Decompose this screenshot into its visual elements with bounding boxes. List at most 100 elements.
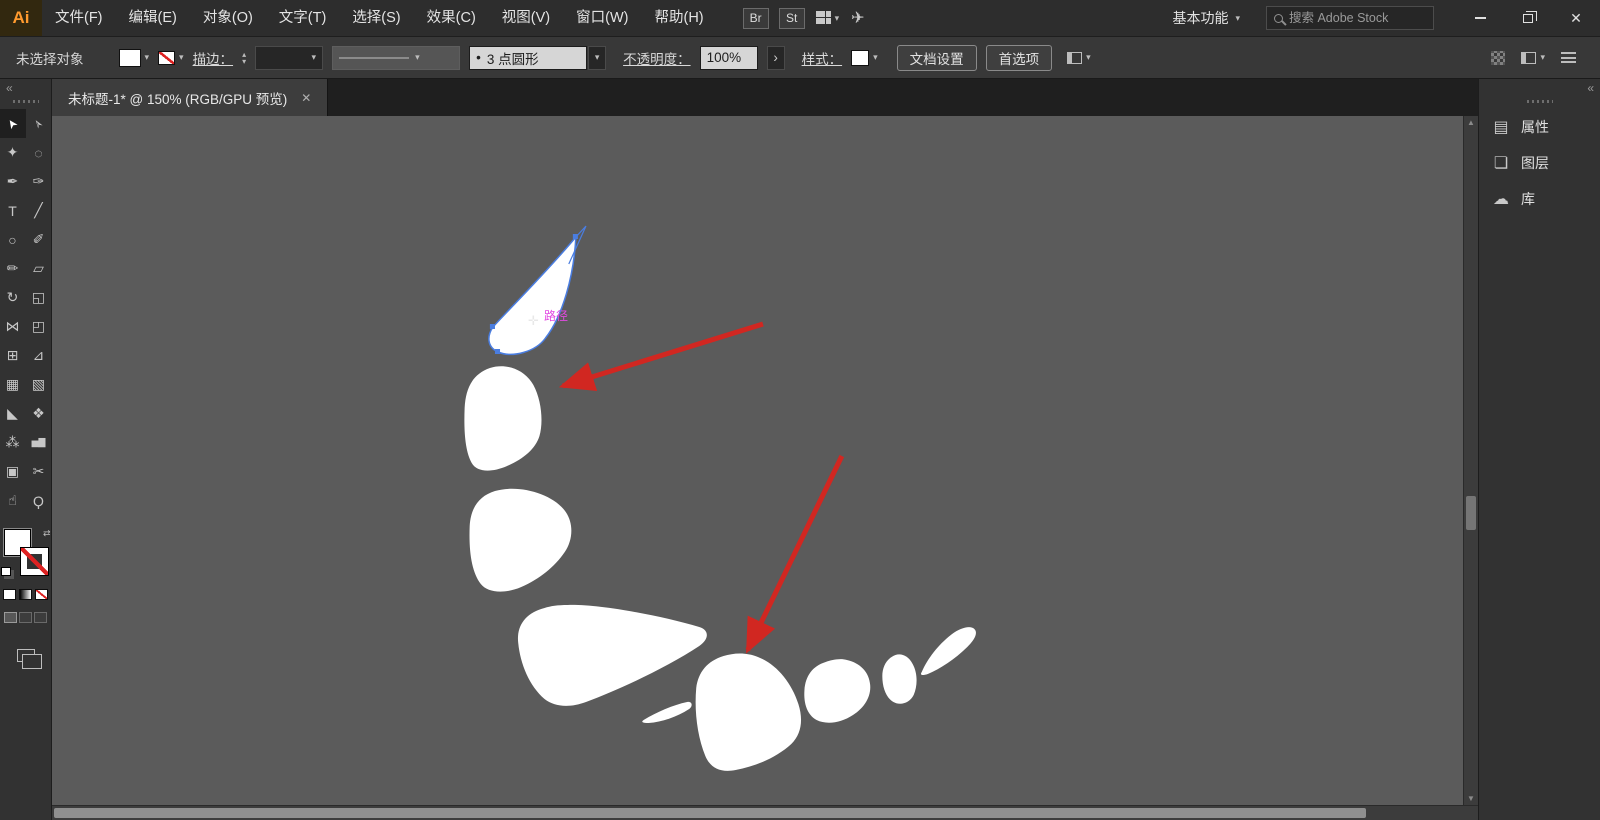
shape-sliver-1[interactable] <box>642 702 691 723</box>
anchor-point[interactable] <box>495 349 500 354</box>
mesh-tool[interactable]: ▦ <box>0 370 26 399</box>
menu-view[interactable]: 视图(V) <box>489 0 563 36</box>
panel-tab-libraries[interactable]: ☁ 库 <box>1479 181 1600 217</box>
shape-segment-1-selected[interactable] <box>489 237 576 354</box>
anchor-point[interactable] <box>490 324 495 329</box>
close-button[interactable]: ✕ <box>1552 0 1600 36</box>
shape-builder-tool[interactable]: ⊞ <box>0 341 26 370</box>
scroll-up-icon[interactable]: ▲ <box>1464 118 1478 127</box>
chevron-down-icon[interactable]: ▾ <box>873 52 878 63</box>
panel-tab-layers[interactable]: ❏ 图层 <box>1479 145 1600 181</box>
opacity-field[interactable]: 100% <box>700 46 758 70</box>
shape-segment-6[interactable] <box>804 659 870 723</box>
chevron-down-icon[interactable]: ▾ <box>179 52 184 63</box>
selection-tool[interactable]: ➤ <box>0 109 26 138</box>
none-button[interactable] <box>35 589 48 600</box>
pen-tool[interactable]: ✒ <box>0 167 26 196</box>
paintbrush-tool[interactable]: ✐ <box>26 225 52 254</box>
shape-segment-3[interactable] <box>470 489 572 592</box>
document-tab[interactable]: 未标题-1* @ 150% (RGB/GPU 预览) ✕ <box>52 79 328 116</box>
fill-color-control[interactable]: ▾ <box>119 49 150 67</box>
type-tool[interactable]: T <box>0 196 26 225</box>
minimize-button[interactable] <box>1456 0 1504 36</box>
gradient-tool[interactable]: ▧ <box>26 370 52 399</box>
shape-sliver-2[interactable] <box>921 627 976 675</box>
dock-grip-handle[interactable] <box>1527 100 1553 103</box>
zoom-tool[interactable]: Ϙ <box>26 486 52 515</box>
stepper-down-icon[interactable]: ▾ <box>242 58 246 65</box>
share-button[interactable]: ✈ <box>851 8 864 28</box>
shape-segment-5[interactable] <box>696 654 801 771</box>
tab-close-icon[interactable]: ✕ <box>301 91 311 105</box>
artboard-tool[interactable]: ▣ <box>0 457 26 486</box>
stroke-color-control[interactable]: ▾ <box>158 51 184 65</box>
draw-normal-button[interactable] <box>4 612 17 623</box>
opacity-more-button[interactable]: › <box>767 46 785 70</box>
opacity-label[interactable]: 不透明度： <box>623 48 691 68</box>
curvature-tool[interactable]: ✑ <box>26 167 52 196</box>
panel-tab-properties[interactable]: ▤ 属性 <box>1479 109 1600 145</box>
fill-swatch[interactable] <box>119 49 141 67</box>
line-segment-tool[interactable]: ╱ <box>26 196 52 225</box>
draw-inside-button[interactable] <box>34 612 47 623</box>
apps-grid-icon[interactable] <box>1491 51 1505 65</box>
restore-button[interactable] <box>1504 0 1552 36</box>
dock-arrangement-control[interactable]: ▾ <box>1521 52 1545 64</box>
arrange-documents-button[interactable]: ▾ <box>816 11 840 25</box>
column-graph-tool[interactable]: ▅▇ <box>26 428 52 457</box>
direct-selection-tool[interactable]: ➢ <box>26 109 52 138</box>
menu-object[interactable]: 对象(O) <box>190 0 266 36</box>
color-button[interactable] <box>3 589 16 600</box>
anchor-point[interactable] <box>573 234 578 239</box>
horizontal-scrollbar[interactable] <box>52 805 1478 820</box>
collapse-tools-icon[interactable]: « <box>0 79 19 97</box>
vertical-scroll-thumb[interactable] <box>1466 496 1476 530</box>
swap-fill-stroke-icon[interactable]: ⇄ <box>43 528 51 539</box>
perspective-grid-tool[interactable]: ⊿ <box>26 341 52 370</box>
stroke-swatch-none[interactable] <box>158 51 175 65</box>
rotate-tool[interactable]: ↻ <box>0 283 26 312</box>
magic-wand-tool[interactable]: ✦ <box>0 138 26 167</box>
brush-definition-combo[interactable]: • 3 点圆形 <box>469 46 587 70</box>
shape-segment-2[interactable] <box>464 366 541 470</box>
gradient-button[interactable] <box>19 589 32 600</box>
horizontal-scroll-thumb[interactable] <box>54 808 1366 818</box>
stroke-weight-stepper[interactable]: ▴ ▾ <box>242 51 246 65</box>
shaper-tool[interactable]: ✏ <box>0 254 26 283</box>
blend-tool[interactable]: ❖ <box>26 399 52 428</box>
scale-tool[interactable]: ◱ <box>26 283 52 312</box>
stock-button[interactable]: St <box>779 8 805 29</box>
stroke-weight-combo[interactable]: ▾ <box>255 46 323 70</box>
lasso-tool[interactable]: ◌ <box>26 138 52 167</box>
menu-help[interactable]: 帮助(H) <box>641 0 716 36</box>
eyedropper-tool[interactable]: ◣ <box>0 399 26 428</box>
brush-combo-arrow[interactable]: ▾ <box>588 46 606 70</box>
shape-segment-4[interactable] <box>518 605 707 706</box>
stroke-weight-label[interactable]: 描边： <box>193 48 234 68</box>
menu-window[interactable]: 窗口(W) <box>563 0 641 36</box>
width-tool[interactable]: ⋈ <box>0 312 26 341</box>
search-input[interactable] <box>1289 11 1426 25</box>
change-screen-mode-button[interactable] <box>17 649 35 662</box>
stroke-color-box[interactable] <box>21 548 48 575</box>
document-setup-button[interactable]: 文档设置 <box>897 45 977 71</box>
bridge-button[interactable]: Br <box>743 8 769 29</box>
default-fill-stroke-icon[interactable] <box>1 567 11 576</box>
menu-file[interactable]: 文件(F) <box>42 0 116 36</box>
preferences-button[interactable]: 首选项 <box>986 45 1053 71</box>
symbol-sprayer-tool[interactable]: ⁂ <box>0 428 26 457</box>
workspace-switcher[interactable]: 基本功能 ▾ <box>1172 8 1240 28</box>
menu-effect[interactable]: 效果(C) <box>414 0 489 36</box>
canvas[interactable]: 路径 ✛ ▲ ▼ <box>52 116 1478 805</box>
chevron-down-icon[interactable]: ▾ <box>145 52 150 63</box>
shape-segment-7[interactable] <box>882 654 916 703</box>
slice-tool[interactable]: ✂ <box>26 457 52 486</box>
isolate-options-control[interactable]: ▾ <box>1067 52 1091 64</box>
menu-select[interactable]: 选择(S) <box>339 0 413 36</box>
collapse-dock-icon[interactable]: « <box>1587 81 1594 95</box>
style-swatch[interactable] <box>851 50 869 66</box>
menu-type[interactable]: 文字(T) <box>266 0 340 36</box>
stock-search[interactable] <box>1266 6 1434 30</box>
style-control[interactable]: ▾ <box>851 50 878 66</box>
menu-edit[interactable]: 编辑(E) <box>116 0 190 36</box>
